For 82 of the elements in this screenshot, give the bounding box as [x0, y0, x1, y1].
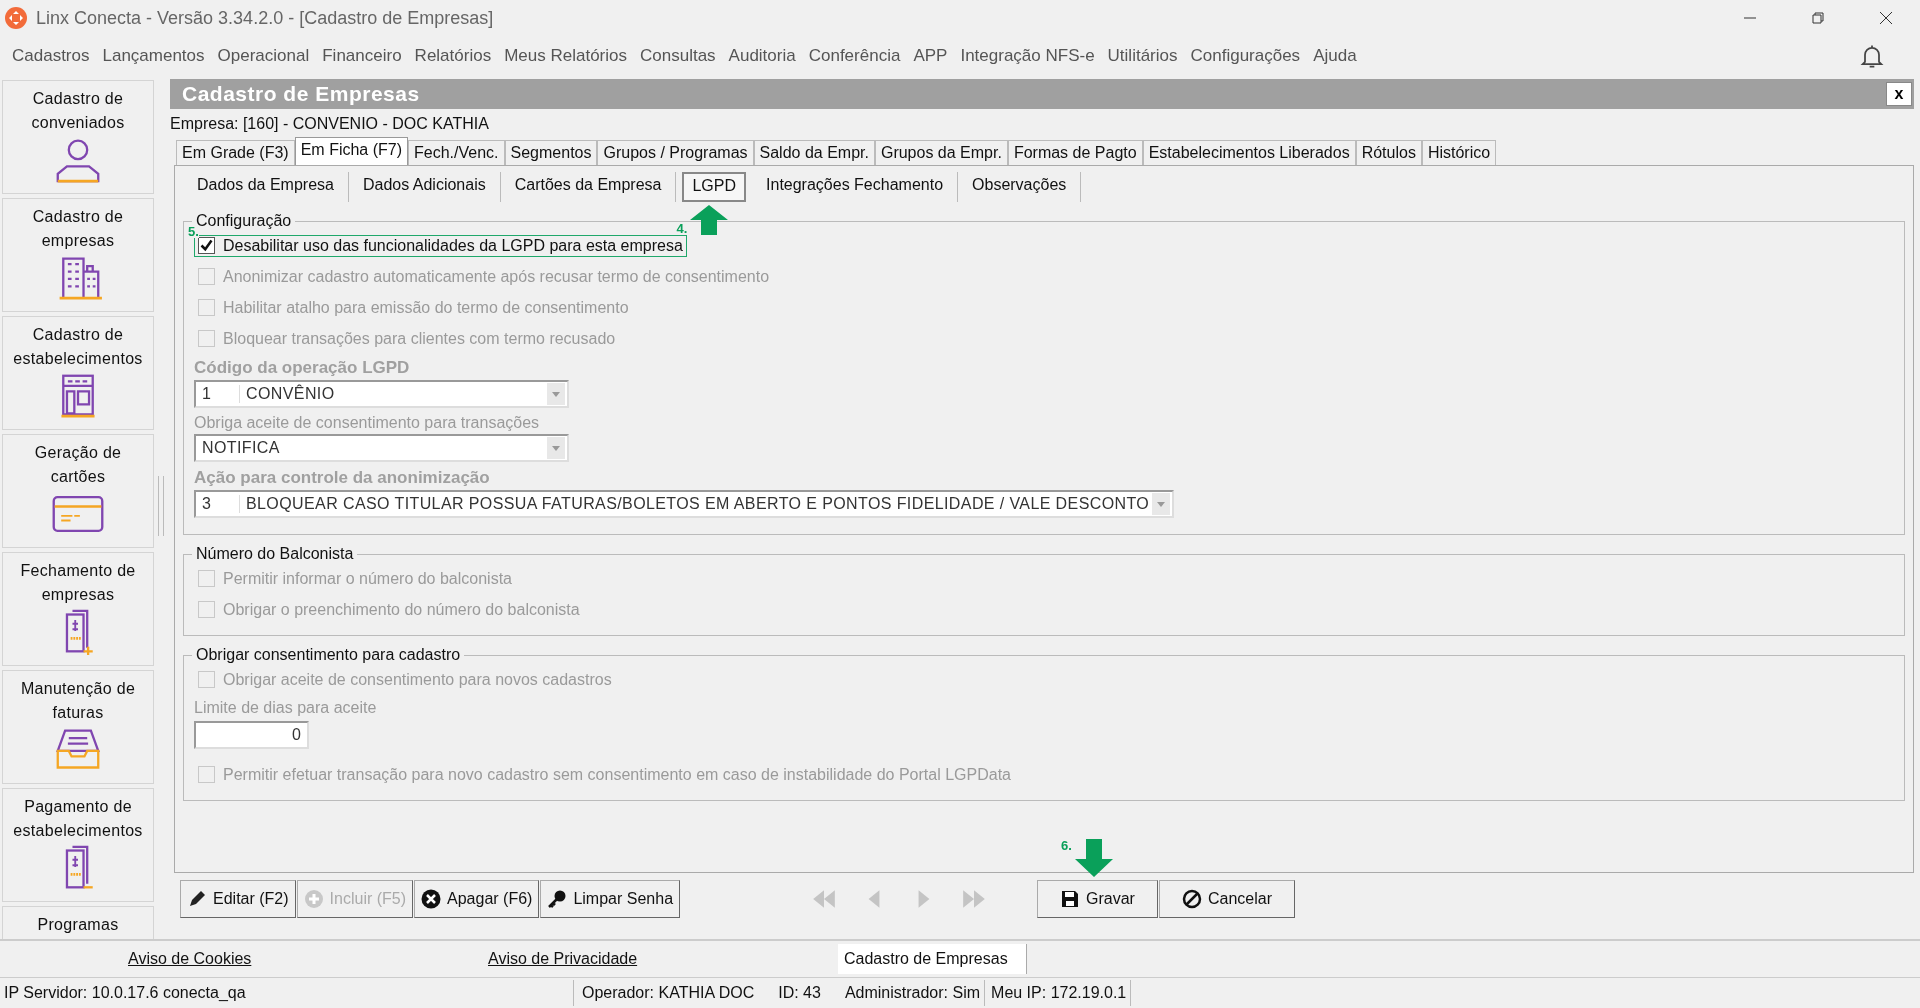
tab[interactable]: Histórico: [1421, 140, 1497, 165]
menu-item[interactable]: Relatórios: [414, 46, 492, 66]
company-label: Empresa: [160] - CONVENIO - DOC KATHIA: [170, 114, 490, 134]
up-arrow-icon: [689, 204, 730, 236]
down-arrow-icon: [1073, 838, 1114, 878]
tab[interactable]: Rótulos: [1355, 140, 1422, 165]
delete-icon: [421, 889, 442, 909]
add-icon: [303, 889, 324, 909]
tab[interactable]: Integrações Fechamento: [752, 172, 959, 202]
menu-item[interactable]: Financeiro: [322, 46, 402, 66]
tab[interactable]: Segmentos: [504, 140, 598, 165]
form-title: Cadastro de Empresas: [182, 82, 420, 106]
menu-item[interactable]: APP: [913, 46, 948, 66]
sidebar-item[interactable]: Cadastro de empresas: [2, 198, 154, 312]
sidebar-item[interactable]: Geração de cartões: [2, 434, 154, 548]
app-logo-icon: [4, 6, 28, 30]
step-number: 4.: [676, 221, 688, 236]
field-label: Obriga aceite de consentimento para transações: [194, 414, 541, 432]
sidebar-item[interactable]: Programas: [2, 906, 154, 939]
tab[interactable]: Formas de Pagto: [1007, 140, 1143, 165]
menu-item[interactable]: Operacional: [217, 46, 310, 66]
dropdown[interactable]: 1 CONVÊNIO: [194, 380, 569, 408]
window-tab[interactable]: Cadastro de Empresas: [838, 944, 1027, 974]
status-text: ID: 43: [777, 983, 822, 1003]
tab[interactable]: Fech./Venc.: [408, 140, 505, 165]
menu-item[interactable]: Integração NFS-e: [960, 46, 1095, 66]
menu-item[interactable]: Configurações: [1190, 46, 1301, 66]
toolbar-button[interactable]: Editar (F2): [180, 880, 296, 918]
field-label: Ação para controle da anonimização: [194, 468, 491, 488]
menu-item[interactable]: Meus Relatórios: [504, 46, 627, 66]
menu-item[interactable]: Consultas: [640, 46, 716, 66]
menu-item[interactable]: Auditoria: [728, 46, 796, 66]
checkmark-icon: [199, 238, 214, 253]
close-form-button[interactable]: x: [1886, 82, 1912, 106]
step-number: 6.: [1061, 838, 1072, 853]
field-label: Limite de dias para aceite: [194, 699, 378, 717]
dropdown[interactable]: NOTIFICA: [194, 434, 569, 462]
tab[interactable]: Dados Adicionais: [348, 172, 501, 202]
dropdown[interactable]: 3 BLOQUEAR CASO TITULAR POSSUA FATURAS/BOLETOS EM ABERTO E PONTOS FIDELIDADE / VALE DESCONTO: [194, 490, 1174, 518]
menu-item[interactable]: Utilitários: [1107, 46, 1178, 66]
group-title: Número do Balconista: [195, 545, 355, 563]
tab[interactable]: Estabelecimentos Liberados: [1142, 140, 1356, 165]
sidebar-item[interactable]: Fechamento de empresas: [2, 552, 154, 666]
number-field[interactable]: 0: [194, 721, 309, 749]
footer-link[interactable]: Aviso de Privacidade: [488, 950, 718, 968]
tab[interactable]: Grupos da Empr.: [874, 140, 1008, 165]
menu-item[interactable]: Ajuda: [1313, 46, 1357, 66]
menu-item[interactable]: Cadastros: [12, 46, 90, 66]
status-text: Operador: KATHIA DOC: [581, 983, 756, 1003]
field-label: Código da operação LGPD: [194, 358, 411, 378]
toolbar-button[interactable]: Cancelar: [1158, 880, 1295, 918]
status-text: Administrador: Sim: [824, 980, 986, 1006]
tab[interactable]: Observações: [958, 172, 1082, 202]
menu-item[interactable]: Conferência: [808, 46, 901, 66]
sidebar-item[interactable]: Pagamento de estabelecimentos: [2, 788, 154, 902]
toolbar-button[interactable]: Apagar (F6): [414, 880, 540, 918]
tab[interactable]: Grupos / Programas: [597, 140, 754, 165]
toolbar-button[interactable]: Limpar Senha: [540, 880, 681, 918]
restore-icon[interactable]: [1810, 10, 1826, 26]
group-title: Configuração: [196, 212, 293, 229]
menu-item[interactable]: Lançamentos: [102, 46, 205, 66]
tab[interactable]: LGPD: [682, 172, 747, 202]
tab[interactable]: Saldo da Empr.: [753, 140, 875, 165]
toolbar-button[interactable]: Gravar: [1037, 880, 1158, 918]
footer-link[interactable]: Aviso de Cookies: [128, 950, 358, 968]
key-icon: [547, 889, 568, 909]
step-number: 5.: [188, 226, 199, 238]
window-title: Linx Conecta - Versão 3.34.2.0 - [Cadastro de Empresas]: [36, 7, 494, 29]
sidebar-item[interactable]: Cadastro de conveniados: [2, 80, 154, 194]
close-icon[interactable]: [1878, 10, 1894, 26]
group-title: Obrigar consentimento para cadastro: [195, 646, 462, 664]
tab[interactable]: Dados da Empresa: [183, 172, 349, 202]
pencil-icon: [187, 889, 207, 909]
status-text: IP Servidor: 10.0.17.6 conecta_qa: [0, 980, 574, 1006]
tab[interactable]: Em Ficha (F7): [294, 137, 409, 165]
status-text: Meu IP: 172.19.0.1: [985, 980, 1132, 1006]
sidebar-item[interactable]: Cadastro de estabelecimentos: [2, 316, 154, 430]
cancel-icon: [1181, 889, 1202, 909]
sidebar-item[interactable]: Manutenção de faturas: [2, 670, 154, 784]
save-icon: [1060, 889, 1081, 909]
tab[interactable]: Em Grade (F3): [176, 140, 295, 165]
tab[interactable]: Cartões da Empresa: [500, 172, 677, 202]
